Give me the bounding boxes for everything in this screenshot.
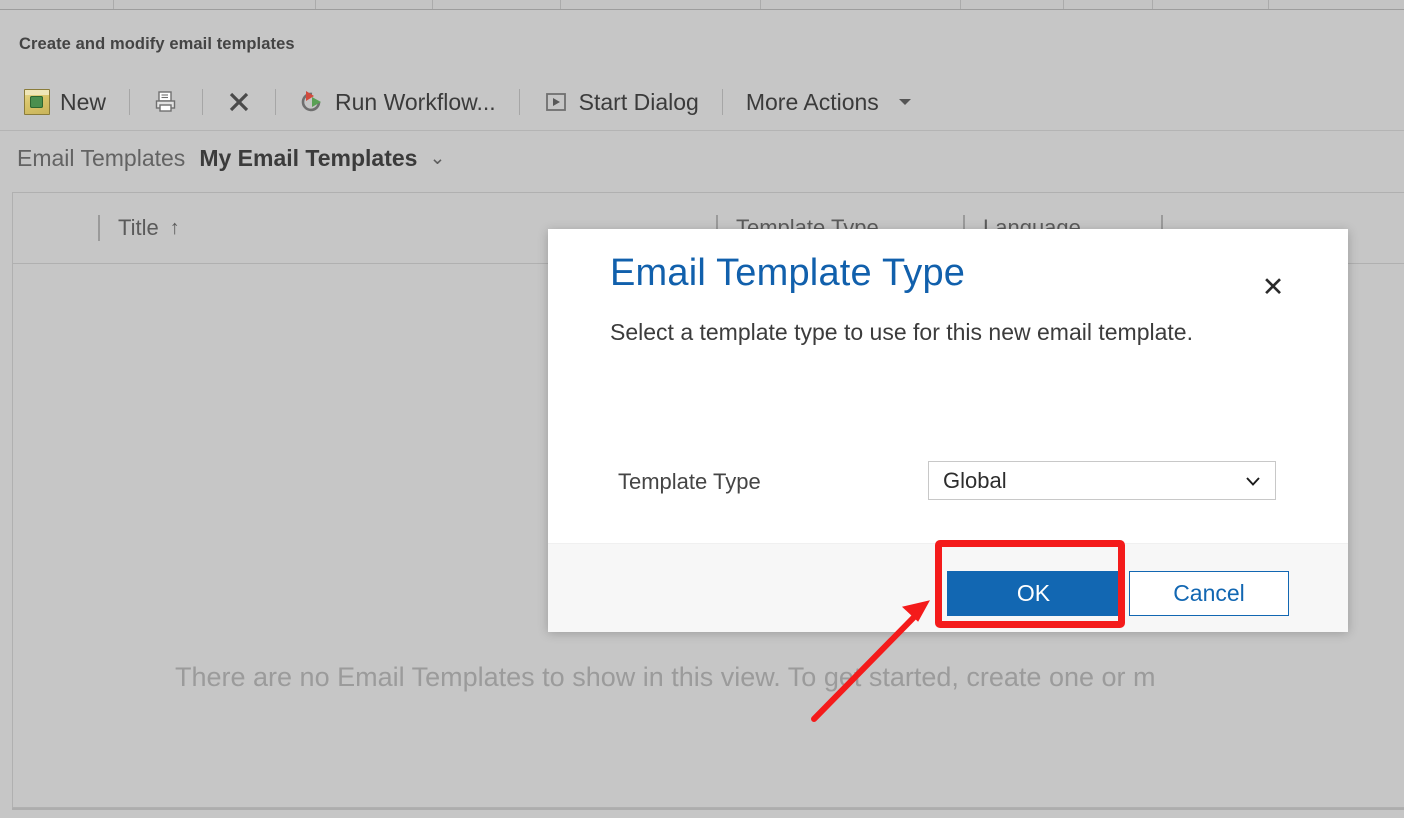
dialog-body: Email Template Type Select a template ty… (548, 229, 1348, 543)
breadcrumb-entity-label: Email Templates (17, 145, 186, 171)
more-actions-label: More Actions (745, 88, 879, 115)
print-icon (153, 89, 179, 115)
toolbar-separator (721, 89, 723, 115)
delete-x-icon (226, 89, 252, 115)
template-type-field-row: Template Type Global (548, 461, 1348, 506)
email-template-type-dialog: Email Template Type Select a template ty… (548, 229, 1348, 632)
command-bar: New Run Workflow... Start Dialog More Ac… (0, 74, 1404, 131)
toolbar-separator (129, 89, 131, 115)
run-workflow-icon (299, 89, 325, 115)
more-actions-button[interactable]: More Actions (740, 87, 917, 118)
run-workflow-label: Run Workflow... (335, 88, 496, 115)
toolbar-separator (275, 89, 277, 115)
dialog-footer: OK Cancel (548, 543, 1348, 632)
template-type-label: Template Type (618, 469, 761, 494)
template-type-selected-value: Global (943, 467, 1007, 493)
strip-divider (1152, 0, 1153, 9)
chevron-down-icon (1243, 471, 1263, 491)
delete-button[interactable] (220, 87, 258, 117)
column-header-title-label: Title (118, 215, 159, 240)
start-dialog-label: Start Dialog (578, 88, 699, 115)
sort-ascending-icon: ↑ (169, 216, 180, 239)
template-type-select[interactable]: Global (928, 461, 1276, 500)
view-selector-bar: Email Templates My Email Templates ⌄ (0, 132, 1404, 185)
cancel-button[interactable]: Cancel (1129, 571, 1289, 616)
strip-divider (560, 0, 561, 9)
view-chevron-down-icon[interactable]: ⌄ (429, 149, 445, 168)
top-nav-strip (0, 0, 1404, 10)
strip-divider (1268, 0, 1269, 9)
strip-divider (432, 0, 433, 9)
ok-button[interactable]: OK (947, 571, 1120, 616)
strip-divider (760, 0, 761, 9)
strip-divider (960, 0, 961, 9)
dialog-close-icon[interactable]: ✕ (1257, 271, 1289, 303)
new-button[interactable]: New (18, 87, 112, 118)
grid-bottom-border (12, 808, 1404, 810)
dialog-title: Email Template Type (610, 252, 966, 294)
caret-down-icon (898, 99, 911, 105)
current-view-name[interactable]: My Email Templates (199, 145, 417, 172)
grid-empty-state-message: There are no Email Templates to show in … (175, 662, 1156, 692)
dialog-subtitle: Select a template type to use for this n… (610, 319, 1193, 345)
run-workflow-button[interactable]: Run Workflow... (293, 87, 502, 118)
toolbar-separator (518, 89, 520, 115)
page-title: Create and modify email templates (19, 35, 295, 53)
column-header-title[interactable]: Title ↑ (98, 215, 180, 241)
start-dialog-button[interactable]: Start Dialog (537, 87, 705, 118)
start-dialog-icon (543, 89, 569, 115)
column-resize-grip[interactable] (98, 215, 100, 241)
print-button[interactable] (147, 87, 185, 117)
toolbar-separator (202, 89, 204, 115)
new-button-label: New (60, 88, 107, 115)
strip-divider (315, 0, 316, 9)
strip-divider (1063, 0, 1064, 9)
new-document-icon (24, 89, 50, 115)
strip-divider (113, 0, 114, 9)
